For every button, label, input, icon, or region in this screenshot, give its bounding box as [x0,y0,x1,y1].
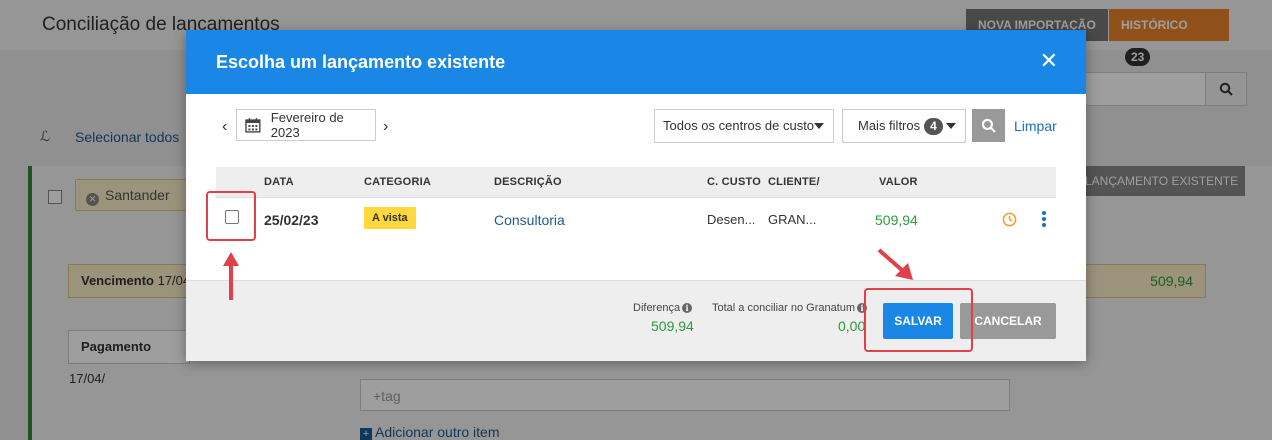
info-icon[interactable]: i [682,303,693,313]
more-filters-label: Mais filtros [858,118,921,133]
chevron-down-icon [946,123,956,129]
more-options-icon[interactable] [1041,210,1047,228]
checkbox-highlight-box [206,191,256,241]
clock-icon[interactable] [1002,212,1017,227]
total-label-text: Total a conciliar no Granatum [712,302,856,314]
row-date: 25/02/23 [264,212,319,228]
month-label: Fevereiro de 2023 [270,110,344,140]
column-header-description: DESCRIÇÃO [494,176,562,188]
column-header-cost-center: C. CUSTO [707,176,761,188]
cost-center-select[interactable]: Todos os centros de custo [654,109,834,143]
save-highlight-box [864,288,973,352]
column-header-category: CATEGORIA [364,176,431,188]
difference-value: 509,94 [651,318,694,334]
difference-label-text: Diferença [633,302,681,314]
close-icon[interactable]: ✕ [1040,50,1058,72]
more-filters-select[interactable]: Mais filtros 4 [842,109,966,143]
cancel-button[interactable]: CANCELAR [960,303,1056,339]
total-value: 0,00 [838,318,866,334]
difference-label: Diferença i [633,302,693,314]
search-button[interactable] [972,109,1005,142]
column-header-client: CLIENTE/ [768,176,820,188]
row-value: 509,94 [875,212,918,228]
filters-count-badge: 4 [924,118,943,135]
up-arrow-annotation-icon [223,252,239,300]
total-label: Total a conciliar no Granatum i [712,302,868,314]
modal-header: Escolha um lançamento existente ✕ [186,30,1086,94]
clear-filters-link[interactable]: Limpar [1014,118,1057,134]
column-header-value: VALOR [879,176,918,188]
category-badge: A vista [364,207,416,229]
calendar-icon [245,118,261,133]
row-cost-center: Desen... [707,212,756,227]
row-client: GRAN... [768,212,817,227]
column-header-date: DATA [264,176,294,188]
cost-center-value: Todos os centros de custo [663,118,815,133]
table-header: DATA CATEGORIA DESCRIÇÃO C. CUSTO CLIENT… [216,167,1056,198]
modal-title: Escolha um lançamento existente [216,52,506,72]
diagonal-arrow-annotation-icon [877,248,913,280]
previous-month-chevron-icon[interactable]: ‹ [222,118,227,136]
row-description-link[interactable]: Consultoria [494,198,565,242]
chevron-down-icon [814,123,824,129]
search-icon [981,118,996,133]
next-month-chevron-icon[interactable]: › [383,118,388,136]
month-picker[interactable]: Fevereiro de 2023 [236,109,376,141]
table-row[interactable]: 25/02/23 A vista Consultoria Desen... GR… [216,198,1056,242]
